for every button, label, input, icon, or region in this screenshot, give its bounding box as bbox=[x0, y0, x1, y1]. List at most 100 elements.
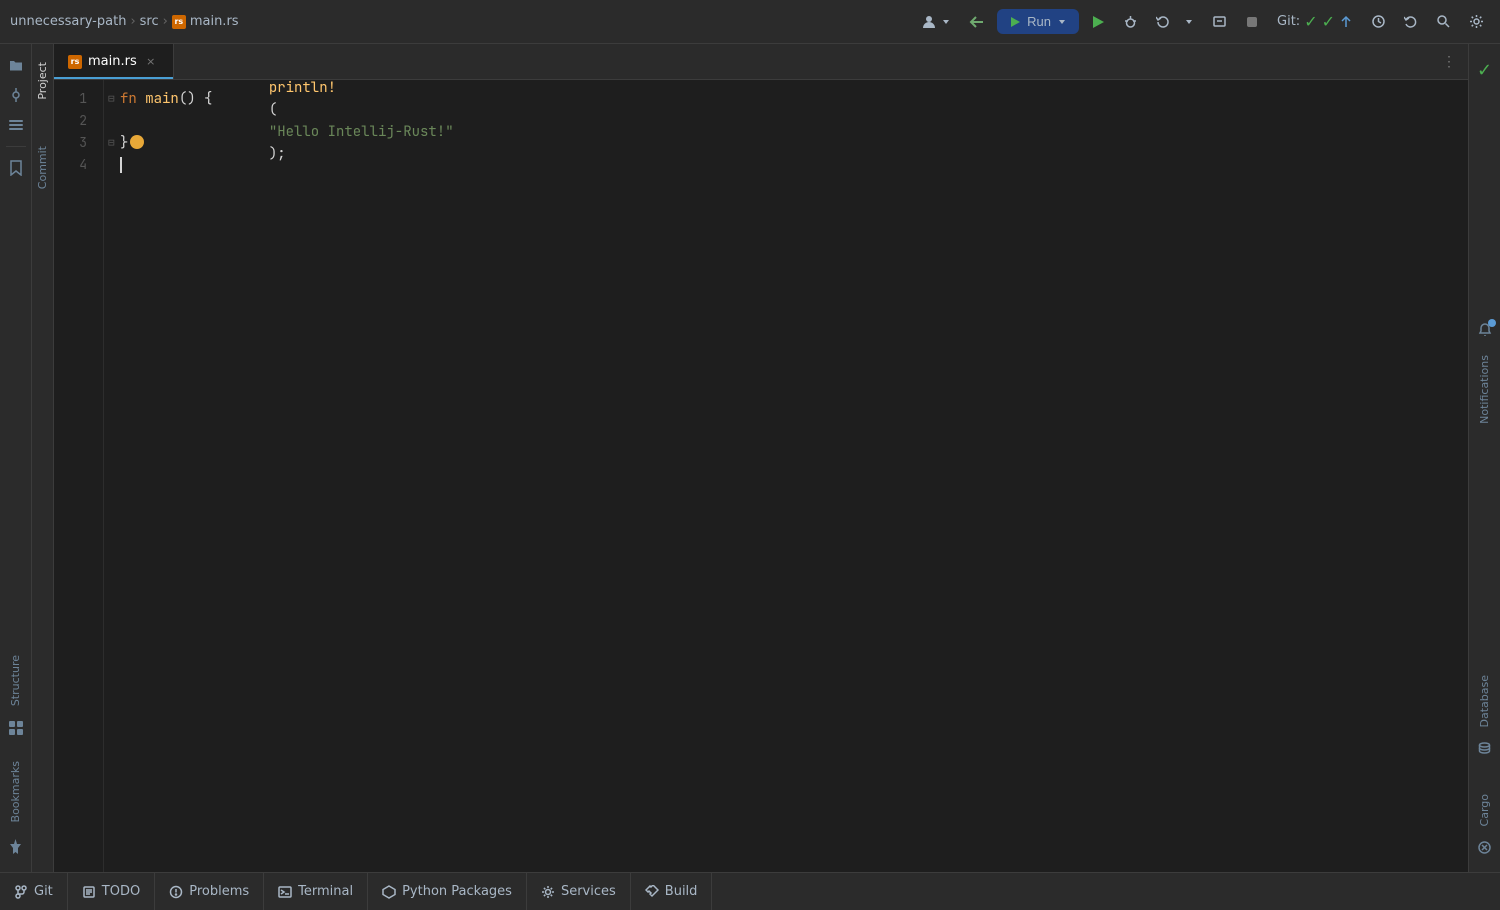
bottom-tab-git-label: Git bbox=[34, 884, 53, 899]
sidebar-item-project[interactable] bbox=[3, 52, 29, 78]
bottom-tab-python-packages[interactable]: Python Packages bbox=[368, 873, 527, 910]
line-num-2: 2 bbox=[54, 110, 93, 132]
stop-button[interactable] bbox=[1239, 11, 1265, 33]
bottom-tab-git[interactable]: Git bbox=[0, 873, 68, 910]
tab-bar-right: ⋮ bbox=[1438, 44, 1468, 79]
git-branch-icon bbox=[14, 885, 28, 899]
breadcrumb-project[interactable]: unnecessary-path bbox=[10, 14, 126, 29]
structure-icon bbox=[8, 117, 24, 133]
tab-bar: rs main.rs × ⋮ bbox=[54, 44, 1468, 80]
database-button[interactable] bbox=[1472, 736, 1498, 762]
right-sidebar: ✓ Notifications Database Cargo bbox=[1468, 44, 1500, 872]
breadcrumb-sep-1: › bbox=[130, 14, 135, 29]
folder-icon bbox=[8, 57, 24, 73]
sidebar-label-structure[interactable]: Structure bbox=[9, 647, 22, 714]
bottom-tab-problems[interactable]: Problems bbox=[155, 873, 264, 910]
run-button[interactable]: Run bbox=[997, 9, 1079, 34]
sidebar-label-project[interactable]: Project bbox=[36, 54, 49, 108]
bottom-tab-problems-label: Problems bbox=[189, 884, 249, 899]
chevron-down-icon bbox=[941, 17, 951, 27]
bookmark-icon bbox=[9, 160, 23, 176]
line-numbers: ▶ 1 2 3 4 bbox=[54, 80, 104, 872]
notifications-section bbox=[1472, 317, 1498, 347]
sidebar-divider-1 bbox=[6, 146, 26, 147]
search-icon bbox=[1436, 14, 1451, 29]
profile-button[interactable] bbox=[915, 10, 957, 34]
bottom-tab-terminal[interactable]: Terminal bbox=[264, 873, 368, 910]
line-num-1: ▶ 1 bbox=[54, 88, 93, 110]
notification-dot bbox=[1488, 319, 1496, 327]
tab-close-button[interactable]: × bbox=[143, 54, 159, 70]
sidebar-label-cargo[interactable]: Cargo bbox=[1478, 786, 1491, 834]
fold-btn-3[interactable]: ⊟ bbox=[108, 132, 115, 154]
breadcrumb-src[interactable]: src bbox=[140, 14, 159, 29]
bottom-tab-todo-label: TODO bbox=[102, 884, 140, 899]
undo-icon bbox=[1404, 15, 1418, 29]
commit-icon bbox=[8, 87, 24, 103]
run-icon bbox=[1009, 16, 1021, 28]
bottom-tab-build[interactable]: Build bbox=[631, 873, 713, 910]
punct-2: ( bbox=[269, 101, 277, 119]
coverage-icon bbox=[1212, 14, 1227, 29]
code-line-3: ⊟ } bbox=[120, 132, 1468, 154]
cargo-icon bbox=[1477, 840, 1492, 855]
sidebar-label-notifications[interactable]: Notifications bbox=[1478, 347, 1491, 432]
problems-icon bbox=[169, 885, 183, 899]
sidebar-label-commit[interactable]: Commit bbox=[36, 138, 49, 197]
search-button[interactable] bbox=[1430, 10, 1457, 33]
build-icon bbox=[645, 885, 659, 899]
tab-main-rs[interactable]: rs main.rs × bbox=[54, 44, 174, 79]
reload-dropdown-icon bbox=[1184, 17, 1194, 27]
sidebar-item-bookmarks[interactable] bbox=[3, 155, 29, 181]
settings-button[interactable] bbox=[1463, 10, 1490, 33]
sidebar-label-database[interactable]: Database bbox=[1478, 667, 1491, 736]
database-icon bbox=[1477, 741, 1492, 756]
play-icon bbox=[1091, 15, 1105, 29]
breadcrumb-sep-2: › bbox=[163, 14, 168, 29]
cargo-button[interactable] bbox=[1472, 834, 1498, 860]
notifications-button[interactable] bbox=[1472, 317, 1498, 343]
tab-rs-icon: rs bbox=[68, 55, 82, 69]
lightbulb-icon[interactable] bbox=[130, 135, 144, 149]
sidebar-layout-icon[interactable] bbox=[3, 715, 29, 741]
right-checkmark-icon: ✓ bbox=[1477, 60, 1492, 81]
coverage-button[interactable] bbox=[1206, 10, 1233, 33]
sidebar-item-commit[interactable] bbox=[3, 82, 29, 108]
sidebar-pin-icon[interactable] bbox=[3, 834, 29, 860]
breadcrumb-file[interactable]: rs main.rs bbox=[172, 14, 239, 29]
debug-icon bbox=[1123, 14, 1138, 29]
breadcrumb-filename: main.rs bbox=[190, 14, 239, 29]
back-button[interactable] bbox=[963, 11, 991, 33]
git-section: Git: ✓ ✓ bbox=[1271, 12, 1359, 31]
bottom-tab-services[interactable]: Services bbox=[527, 873, 631, 910]
reload-button[interactable] bbox=[1150, 11, 1176, 33]
reload-dropdown-button[interactable] bbox=[1182, 13, 1200, 31]
back-icon bbox=[969, 15, 985, 29]
bottom-tab-terminal-label: Terminal bbox=[298, 884, 353, 899]
sidebar-label-bookmarks[interactable]: Bookmarks bbox=[9, 753, 22, 830]
code-editor[interactable]: ▶ 1 2 3 4 ⊟ fn main () { bbox=[54, 80, 1468, 872]
sidebar-item-structure[interactable] bbox=[3, 112, 29, 138]
fold-btn-1[interactable]: ⊟ bbox=[108, 88, 115, 110]
play-button[interactable] bbox=[1085, 11, 1111, 33]
git-push-icon[interactable] bbox=[1339, 15, 1353, 29]
run-label: Run bbox=[1027, 14, 1051, 29]
history-button[interactable] bbox=[1365, 10, 1392, 33]
macro-println: println! bbox=[269, 80, 336, 97]
undo-button[interactable] bbox=[1398, 11, 1424, 33]
toolbar: unnecessary-path › src › rs main.rs Run bbox=[0, 0, 1500, 44]
debug-button[interactable] bbox=[1117, 10, 1144, 33]
pin-icon bbox=[9, 839, 22, 855]
terminal-icon bbox=[278, 885, 292, 899]
rs-file-icon: rs bbox=[172, 15, 186, 29]
code-content[interactable]: ⊟ fn main () { println! ( "Hello Intelli… bbox=[104, 80, 1468, 872]
profile-icon bbox=[921, 14, 937, 30]
line-num-4: 4 bbox=[54, 154, 93, 176]
tab-more-button[interactable]: ⋮ bbox=[1438, 49, 1460, 74]
git-check2-icon[interactable]: ✓ bbox=[1322, 12, 1335, 31]
main-area: Structure Bookmarks Project Commit rs bbox=[0, 44, 1500, 872]
code-line-2: println! ( "Hello Intellij-Rust!" ); bbox=[120, 110, 1468, 132]
git-check-icon[interactable]: ✓ bbox=[1304, 12, 1317, 31]
bottom-bar: Git TODO Problems Terminal Python Packag… bbox=[0, 872, 1500, 910]
bottom-tab-todo[interactable]: TODO bbox=[68, 873, 155, 910]
